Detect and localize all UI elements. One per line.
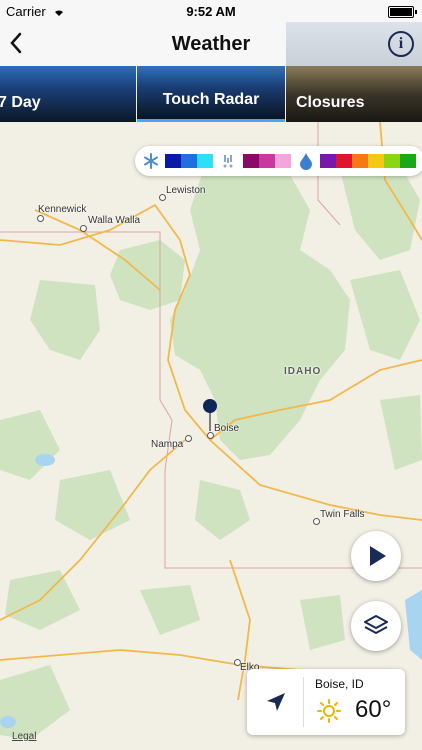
tab-label: Touch Radar bbox=[162, 91, 260, 108]
sun-icon bbox=[317, 699, 341, 723]
city-label-lewiston: Lewiston bbox=[166, 185, 206, 196]
info-icon[interactable]: i bbox=[388, 31, 414, 57]
city-dot bbox=[37, 215, 44, 222]
legal-link[interactable]: Legal bbox=[12, 731, 36, 742]
play-icon bbox=[370, 546, 386, 566]
location-pin-icon[interactable] bbox=[201, 397, 219, 435]
snowflake-icon bbox=[144, 153, 158, 169]
legend-swatch bbox=[336, 154, 352, 168]
page-title: Weather bbox=[171, 33, 251, 55]
city-dot bbox=[159, 194, 166, 201]
city-label-twin-falls: Twin Falls bbox=[320, 509, 365, 520]
city-label-walla-walla: Walla Walla bbox=[88, 215, 141, 226]
mix-precip-icon bbox=[223, 155, 233, 168]
legend-swatch bbox=[275, 154, 291, 168]
legend-swatch bbox=[165, 154, 181, 168]
tab-label: 7 Day bbox=[0, 94, 41, 111]
status-time: 9:52 AM bbox=[186, 4, 236, 19]
current-city: Boise, ID bbox=[315, 677, 364, 691]
legend-swatch bbox=[400, 154, 416, 168]
city-dot bbox=[313, 518, 320, 525]
current-conditions-card[interactable]: Boise, ID 60° bbox=[247, 669, 405, 735]
tab-bar: 7 Day Touch Radar Closures bbox=[0, 66, 422, 122]
tab-touch-radar[interactable]: Touch Radar bbox=[137, 66, 285, 122]
legend-swatch bbox=[368, 154, 384, 168]
battery-icon bbox=[388, 6, 417, 18]
legend-swatch bbox=[181, 154, 197, 168]
radar-legend bbox=[135, 146, 422, 176]
status-bar: Carrier 9:52 AM bbox=[0, 0, 422, 22]
legend-swatch bbox=[320, 154, 336, 168]
location-arrow-icon[interactable] bbox=[265, 691, 287, 713]
city-label-nampa: Nampa bbox=[151, 439, 184, 450]
play-button[interactable] bbox=[351, 531, 401, 581]
city-dot bbox=[80, 225, 87, 232]
tab-closures[interactable]: Closures bbox=[286, 66, 422, 122]
state-label: IDAHO bbox=[284, 366, 322, 377]
tab-7-day[interactable]: 7 Day bbox=[0, 66, 136, 122]
nav-bar: Weather i bbox=[0, 22, 422, 66]
city-label-kennewick: Kennewick bbox=[38, 204, 87, 215]
city-dot bbox=[185, 435, 192, 442]
legend-swatch bbox=[259, 154, 275, 168]
current-temperature: 60° bbox=[355, 696, 392, 723]
legend-swatch bbox=[243, 154, 259, 168]
chevron-left-icon[interactable] bbox=[6, 30, 26, 56]
layers-icon bbox=[364, 615, 388, 634]
raindrop-icon bbox=[300, 153, 312, 170]
card-divider bbox=[303, 677, 304, 727]
layers-button[interactable] bbox=[351, 601, 401, 651]
legend-swatch bbox=[384, 154, 400, 168]
legend-swatch bbox=[197, 154, 213, 168]
tab-label: Closures bbox=[296, 94, 365, 111]
legend-swatch bbox=[352, 154, 368, 168]
